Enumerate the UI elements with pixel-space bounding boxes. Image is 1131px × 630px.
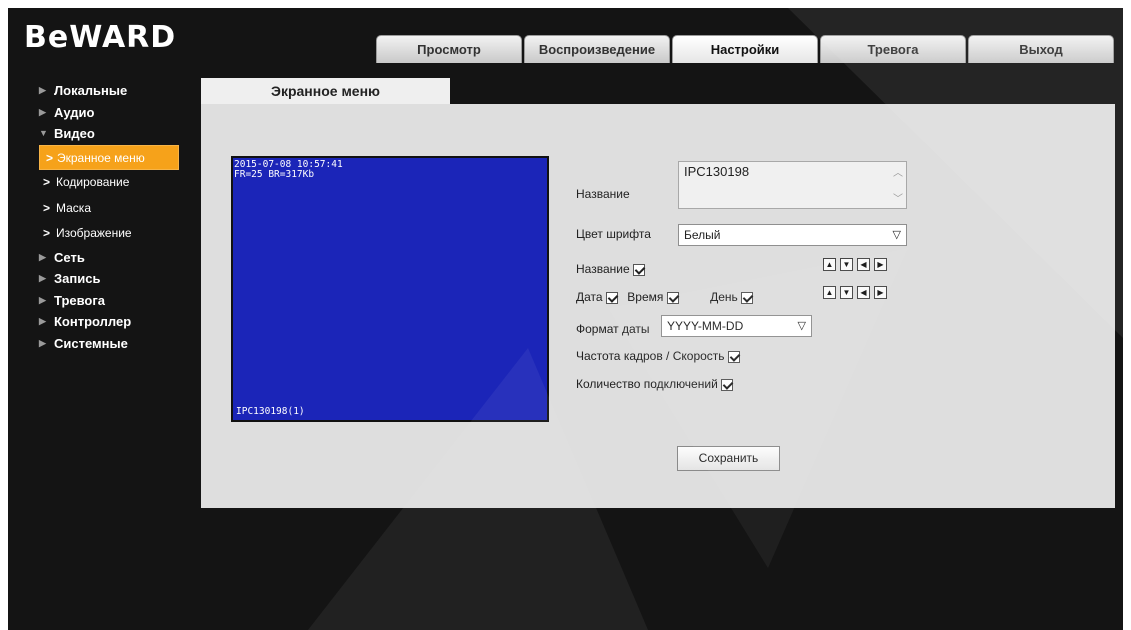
arrow-down-icon[interactable]: ▼ — [840, 286, 853, 299]
sidebar-item-label: Сеть — [54, 249, 85, 265]
sidebar: ▶ Локальные ▶ Аудио ▼ Видео > Экранное м… — [34, 80, 199, 354]
sidebar-subitem-mask[interactable]: > Маска — [34, 196, 199, 222]
top-navigation: Просмотр Воспроизведение Настройки Трево… — [376, 35, 1114, 63]
sidebar-item-label: Тревога — [54, 292, 106, 308]
show-name-label: Название — [576, 262, 630, 276]
sidebar-item-label: Запись — [54, 271, 101, 286]
chevron-down-icon: ▽ — [892, 229, 901, 241]
name-label: Название — [576, 187, 630, 201]
tab-view[interactable]: Просмотр — [376, 35, 522, 63]
triangle-right-icon: ▶ — [39, 106, 46, 117]
sidebar-subitem-label: Экранное меню — [57, 150, 145, 165]
show-name-checkbox[interactable] — [632, 263, 645, 276]
save-button[interactable]: Сохранить — [677, 446, 780, 471]
sidebar-item-video[interactable]: ▼ Видео — [34, 123, 199, 145]
arrow-left-icon[interactable]: ◀ — [857, 286, 870, 299]
show-name-row: Название — [576, 262, 645, 276]
font-color-label: Цвет шрифта — [576, 227, 651, 241]
chevron-right-icon: > — [43, 175, 51, 189]
arrow-right-icon[interactable]: ▶ — [874, 258, 887, 271]
arrow-right-icon[interactable]: ▶ — [874, 286, 887, 299]
date-checkbox[interactable] — [605, 291, 618, 304]
sidebar-subitem-osd[interactable]: > Экранное меню — [39, 144, 179, 170]
chevron-right-icon: > — [43, 200, 51, 215]
arrow-up-icon[interactable]: ▲ — [823, 258, 836, 271]
datetime-position-arrows: ▲ ▼ ◀ ▶ — [823, 286, 887, 299]
date-format-value: YYYY-MM-DD — [667, 319, 744, 333]
sidebar-item-record[interactable]: ▶ Запись — [34, 268, 199, 290]
textarea-scrollbar[interactable]: ︿ ﹀ — [892, 164, 904, 206]
beward-logo: BeWARD — [24, 20, 177, 55]
osd-name-text: IPC130198(1) — [236, 406, 305, 417]
day-label: День — [710, 290, 738, 304]
sidebar-item-label: Контроллер — [54, 314, 132, 329]
tab-playback[interactable]: Воспроизведение — [524, 35, 670, 63]
connections-checkbox[interactable] — [721, 378, 734, 391]
framerate-row: Частота кадров / Скорость — [576, 349, 740, 363]
name-value: IPC130198 — [684, 164, 750, 179]
triangle-right-icon: ▶ — [39, 251, 46, 262]
arrow-down-icon[interactable]: ▼ — [840, 258, 853, 271]
date-label: Дата — [576, 290, 603, 304]
sidebar-subitem-label: Маска — [56, 200, 91, 215]
triangle-right-icon: ▶ — [39, 316, 46, 326]
sidebar-item-network[interactable]: ▶ Сеть — [34, 247, 199, 269]
triangle-right-icon: ▶ — [39, 294, 46, 305]
triangle-right-icon: ▶ — [39, 337, 46, 348]
app-frame: BeWARD Просмотр Воспроизведение Настройк… — [8, 8, 1123, 630]
font-color-select[interactable]: Белый ▽ — [678, 224, 907, 246]
tab-alarm[interactable]: Тревога — [820, 35, 966, 63]
sidebar-item-controller[interactable]: ▶ Контроллер — [34, 311, 199, 333]
sidebar-item-alarm[interactable]: ▶ Тревога — [34, 290, 199, 312]
triangle-right-icon: ▶ — [39, 85, 46, 95]
video-preview: 2015-07-08 10:57:41 FR=25 BR=317Kb IPC13… — [231, 156, 549, 422]
triangle-right-icon: ▶ — [39, 273, 46, 283]
arrow-up-icon[interactable]: ▲ — [823, 286, 836, 299]
name-textarea[interactable]: IPC130198 ︿ ﹀ — [678, 161, 907, 209]
sidebar-item-label: Аудио — [54, 104, 95, 120]
tab-settings[interactable]: Настройки — [672, 35, 818, 63]
sidebar-item-label: Локальные — [54, 83, 128, 98]
name-position-arrows: ▲ ▼ ◀ ▶ — [823, 258, 887, 271]
sidebar-item-label: Системные — [54, 335, 128, 351]
sidebar-item-label: Видео — [54, 126, 95, 141]
content-tab-osd[interactable]: Экранное меню — [201, 78, 450, 104]
framerate-checkbox[interactable] — [727, 350, 740, 363]
sidebar-item-system[interactable]: ▶ Системные — [34, 333, 199, 355]
connections-row: Количество подключений — [576, 377, 734, 391]
font-color-value: Белый — [684, 228, 721, 242]
chevron-right-icon: > — [43, 226, 51, 240]
chevron-down-icon: ▽ — [797, 320, 806, 332]
sidebar-subitem-label: Кодирование — [56, 175, 130, 189]
datetime-row: Дата Время День — [576, 290, 754, 304]
time-checkbox[interactable] — [666, 291, 679, 304]
chevron-right-icon: > — [46, 150, 54, 165]
triangle-down-icon: ▼ — [39, 128, 48, 138]
framerate-label: Частота кадров / Скорость — [576, 349, 725, 363]
osd-bitrate-text: FR=25 BR=317Kb — [234, 169, 315, 180]
connections-label: Количество подключений — [576, 377, 718, 391]
sidebar-item-local[interactable]: ▶ Локальные — [34, 80, 199, 102]
date-format-label: Формат даты — [576, 322, 650, 336]
day-checkbox[interactable] — [741, 291, 754, 304]
date-format-select[interactable]: YYYY-MM-DD ▽ — [661, 315, 812, 337]
sidebar-subitem-label: Изображение — [56, 226, 132, 240]
time-label: Время — [627, 290, 664, 304]
sidebar-subitem-encoding[interactable]: > Кодирование — [34, 170, 199, 196]
osd-settings-panel: 2015-07-08 10:57:41 FR=25 BR=317Kb IPC13… — [201, 104, 1115, 508]
sidebar-item-audio[interactable]: ▶ Аудио — [34, 102, 199, 124]
arrow-left-icon[interactable]: ◀ — [857, 258, 870, 271]
sidebar-subitem-image[interactable]: > Изображение — [34, 221, 199, 247]
tab-exit[interactable]: Выход — [968, 35, 1114, 63]
